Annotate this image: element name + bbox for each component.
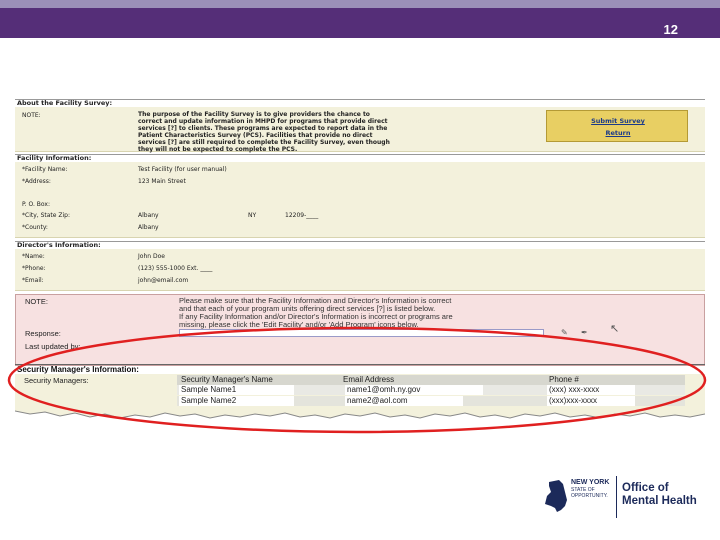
county-label: *County: [22, 224, 48, 231]
survey-actions-box: Submit Survey Return [546, 110, 688, 142]
review-note-text: Please make sure that the Facility Infor… [179, 297, 679, 329]
submit-survey-link[interactable]: Submit Survey [547, 117, 689, 125]
about-note-line: they will not be expected to complete th… [138, 146, 298, 153]
manager-phone-cell: (xxx)xxx-xxxx [547, 396, 635, 406]
facility-panel: *Facility Name: Test Facility (for user … [15, 162, 705, 238]
response-label: Response: [25, 329, 61, 338]
logo-ny-subtext: STATE OF OPPORTUNITY. [571, 487, 611, 499]
manager-name-cell: Sample Name2 [179, 396, 294, 406]
zip-value: 12209-____ [285, 212, 319, 219]
survey-screenshot: About the Facility Survey: NOTE: The pur… [15, 99, 705, 419]
edit-facility-icon[interactable]: ✎ [561, 329, 568, 337]
about-note-line: services [?] are still required to compl… [138, 139, 390, 146]
column-header: Phone # [549, 375, 579, 384]
about-note-line: services [?] to clients. These programs … [138, 125, 388, 132]
table-header-row: Security Manager's Name Email Address Ph… [177, 375, 685, 385]
about-note-label: NOTE: [22, 112, 41, 119]
return-link[interactable]: Return [547, 129, 689, 137]
logo-ny-text: NEW YORK [571, 479, 610, 486]
header-band-light [0, 0, 720, 8]
director-section-header: Director's Information: [15, 241, 705, 249]
table-row: Sample Name1 name1@omh.ny.gov (xxx) xxx-… [177, 385, 685, 395]
director-email-value: john@email.com [138, 277, 189, 284]
logo-office-text: Office of Mental Health [622, 482, 707, 508]
manager-phone-cell: (xxx) xxx-xxxx [547, 385, 635, 395]
facility-name-value: Test Facility (for user manual) [138, 166, 227, 173]
about-section-header: About the Facility Survey: [15, 99, 705, 107]
director-phone-label: *Phone: [22, 265, 46, 272]
column-header: Email Address [343, 375, 395, 384]
ny-state-map-icon [545, 480, 567, 512]
director-name-value: John Doe [138, 253, 165, 260]
slide-number: 12 [663, 22, 678, 37]
manager-email-cell: name2@aol.com [345, 396, 463, 406]
director-panel: *Name: John Doe *Phone: (123) 555-1000 E… [15, 249, 705, 291]
logo-office-line: Mental Health [622, 495, 697, 507]
torn-edge [15, 407, 705, 419]
logo-office-line: Office of [622, 482, 669, 494]
review-note-label: NOTE: [25, 297, 48, 306]
security-section-header: Security Manager's Information: [15, 364, 705, 374]
review-panel: NOTE: Please make sure that the Facility… [15, 294, 705, 366]
add-program-icon[interactable]: ✒ [581, 329, 588, 337]
about-note-line: correct and update information in MHPD f… [138, 118, 388, 125]
column-header: Security Manager's Name [181, 375, 273, 384]
security-managers-label: Security Managers: [24, 376, 89, 385]
director-phone-value: (123) 555-1000 Ext. ____ [138, 265, 213, 272]
county-value: Albany [138, 224, 159, 231]
about-note-text: The purpose of the Facility Survey is to… [138, 111, 498, 153]
address-label: *Address: [22, 178, 51, 185]
logo-divider [616, 476, 617, 518]
city-state-zip-label: *City, State Zip: [22, 212, 70, 219]
director-name-label: *Name: [22, 253, 45, 260]
about-panel: NOTE: The purpose of the Facility Survey… [15, 107, 705, 153]
response-input[interactable] [179, 329, 544, 337]
logo-ny-line: OPPORTUNITY. [571, 492, 608, 499]
facility-name-label: *Facility Name: [22, 166, 68, 173]
mouse-cursor-icon: ↖ [610, 323, 620, 335]
review-note-line: missing, please click the 'Edit Facility… [179, 320, 419, 329]
table-row: Sample Name2 name2@aol.com (xxx)xxx-xxxx [177, 396, 685, 406]
facility-section-header: Facility Information: [15, 154, 705, 162]
manager-email-cell: name1@omh.ny.gov [345, 385, 483, 395]
omh-logo: NEW YORK STATE OF OPPORTUNITY. Office of… [543, 476, 703, 524]
director-email-label: *Email: [22, 277, 44, 284]
about-note-line: The purpose of the Facility Survey is to… [138, 111, 370, 118]
about-note-line: Patient Characteristics Survey (PCS). Fa… [138, 132, 373, 139]
manager-name-cell: Sample Name1 [179, 385, 294, 395]
address-value: 123 Main Street [138, 178, 186, 185]
security-panel: Security Managers: Security Manager's Na… [15, 374, 705, 410]
state-value: NY [248, 212, 257, 219]
header-band: 12 [0, 8, 720, 38]
last-updated-label: Last updated by: [25, 342, 81, 351]
pobox-label: P. O. Box: [22, 201, 50, 208]
city-value: Albany [138, 212, 159, 219]
